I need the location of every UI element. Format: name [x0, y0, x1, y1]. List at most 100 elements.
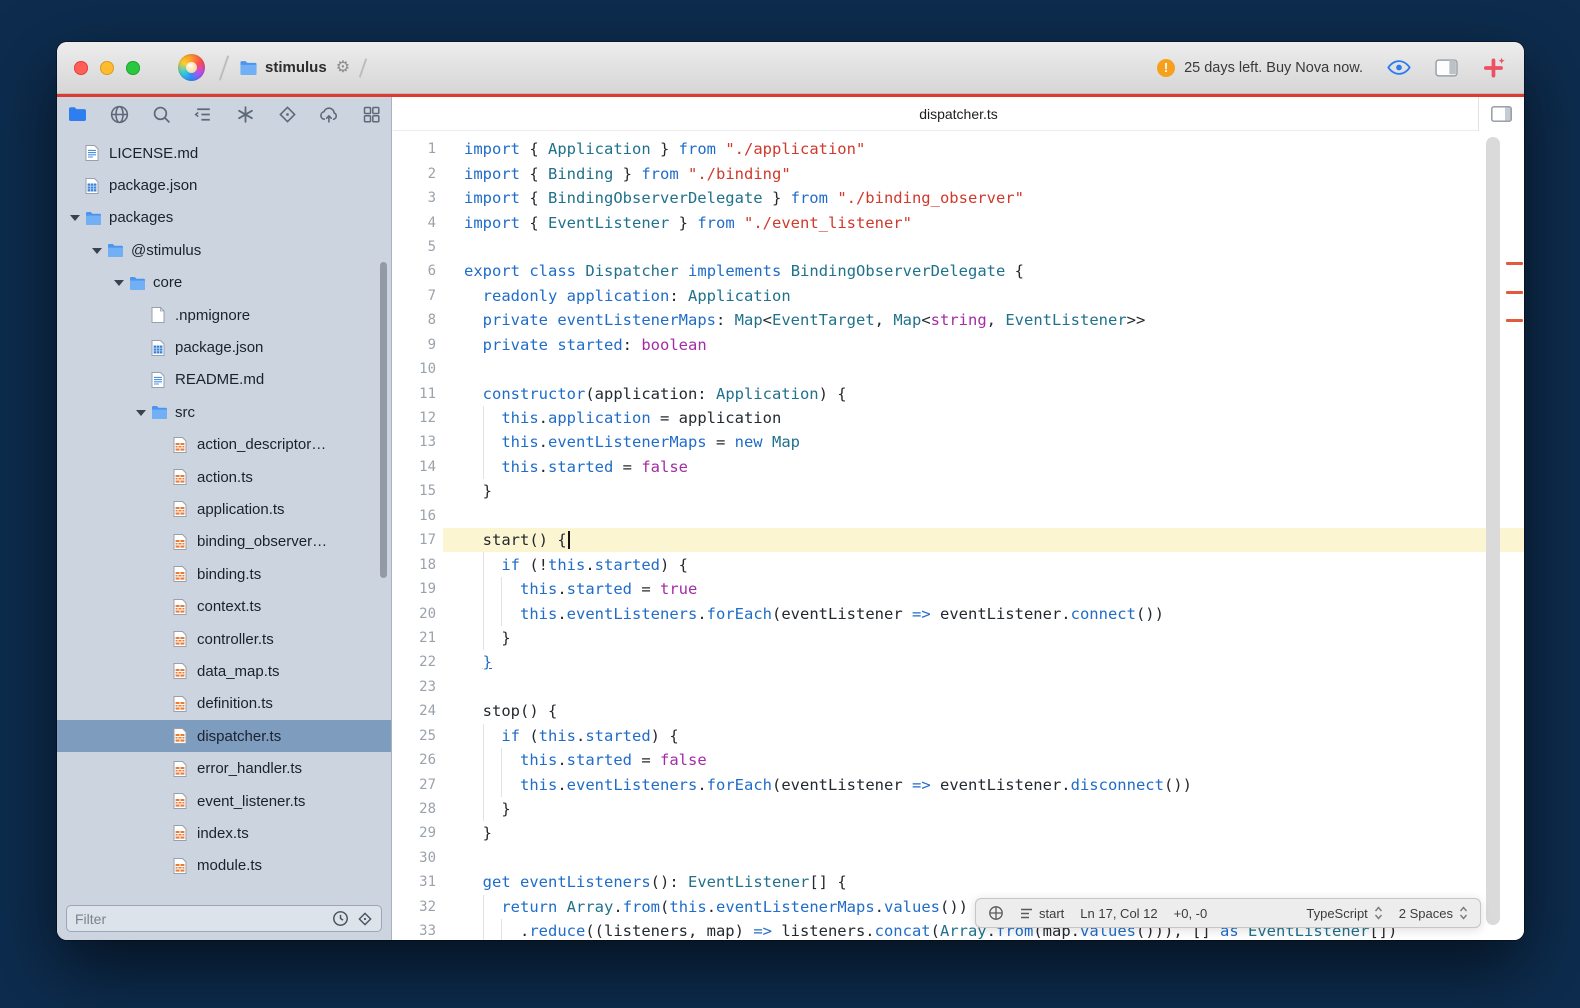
- line-number[interactable]: 3: [393, 190, 443, 206]
- code-line-16[interactable]: 16: [393, 504, 1524, 528]
- line-number[interactable]: 24: [393, 703, 443, 719]
- code-line-5[interactable]: 5: [393, 235, 1524, 259]
- tree-item-license-md[interactable]: LICENSE.md: [57, 137, 391, 169]
- tree-item-core[interactable]: core: [57, 267, 391, 299]
- tree-item-event-listener-ts[interactable]: event_listener.ts: [57, 785, 391, 817]
- tree-item-binding-observer[interactable]: binding_observer…: [57, 526, 391, 558]
- line-number[interactable]: 14: [393, 459, 443, 475]
- code-line-22[interactable]: 22 }: [393, 650, 1524, 674]
- recent-clock-icon[interactable]: [332, 910, 349, 927]
- editor-scrollbar[interactable]: [1486, 137, 1500, 925]
- breadcrumb[interactable]: stimulus ⚙: [239, 59, 350, 76]
- code-line-20[interactable]: 20 this.eventListeners.forEach(eventList…: [393, 601, 1524, 625]
- tree-item-dispatcher-ts[interactable]: dispatcher.ts: [57, 720, 391, 752]
- cursor-position[interactable]: Ln 17, Col 12: [1080, 906, 1157, 921]
- code-line-9[interactable]: 9 private started: boolean: [393, 333, 1524, 357]
- code-line-4[interactable]: 4import { EventListener } from "./event_…: [393, 210, 1524, 234]
- files-folder-icon[interactable]: [66, 103, 88, 125]
- tree-item-error-handler-ts[interactable]: error_handler.ts: [57, 752, 391, 784]
- tree-item-controller-ts[interactable]: controller.ts: [57, 623, 391, 655]
- line-number[interactable]: 9: [393, 337, 443, 353]
- zoom-window-button[interactable]: [126, 61, 140, 75]
- line-number[interactable]: 13: [393, 434, 443, 450]
- line-number[interactable]: 29: [393, 825, 443, 841]
- preview-button[interactable]: [1387, 59, 1411, 76]
- code-line-24[interactable]: 24 stop() {: [393, 699, 1524, 723]
- tree-item-readme-md[interactable]: README.md: [57, 364, 391, 396]
- tree-item-index-ts[interactable]: index.ts: [57, 817, 391, 849]
- tree-item-package-json[interactable]: package.json: [57, 331, 391, 363]
- symbol-path[interactable]: start: [1020, 906, 1064, 921]
- minimize-window-button[interactable]: [100, 61, 114, 75]
- publish-cloud-icon[interactable]: [318, 103, 340, 125]
- code-line-3[interactable]: 3import { BindingObserverDelegate } from…: [393, 186, 1524, 210]
- tags-diamond-icon[interactable]: [276, 103, 298, 125]
- code-line-23[interactable]: 23: [393, 675, 1524, 699]
- line-number[interactable]: 27: [393, 777, 443, 793]
- line-number[interactable]: 23: [393, 679, 443, 695]
- line-number[interactable]: 19: [393, 581, 443, 597]
- tree-item-action-descriptor[interactable]: action_descriptor…: [57, 429, 391, 461]
- tree-item-src[interactable]: src: [57, 396, 391, 428]
- close-window-button[interactable]: [74, 61, 88, 75]
- chevron-down-icon[interactable]: [87, 242, 107, 259]
- code-line-2[interactable]: 2import { Binding } from "./binding": [393, 161, 1524, 185]
- line-number[interactable]: 4: [393, 215, 443, 231]
- line-number[interactable]: 5: [393, 239, 443, 255]
- code-line-26[interactable]: 26 this.started = false: [393, 748, 1524, 772]
- chevron-down-icon[interactable]: [131, 404, 151, 421]
- code-line-29[interactable]: 29 }: [393, 821, 1524, 845]
- remote-status[interactable]: [988, 905, 1004, 921]
- tree-item-application-ts[interactable]: application.ts: [57, 493, 391, 525]
- line-number[interactable]: 6: [393, 263, 443, 279]
- line-number[interactable]: 25: [393, 728, 443, 744]
- code-line-6[interactable]: 6export class Dispatcher implements Bind…: [393, 259, 1524, 283]
- line-number[interactable]: 10: [393, 361, 443, 377]
- search-icon[interactable]: [150, 103, 172, 125]
- line-number[interactable]: 26: [393, 752, 443, 768]
- tree-item-definition-ts[interactable]: definition.ts: [57, 688, 391, 720]
- code-line-25[interactable]: 25 if (this.started) {: [393, 724, 1524, 748]
- line-number[interactable]: 31: [393, 874, 443, 890]
- line-number[interactable]: 15: [393, 483, 443, 499]
- trial-notice[interactable]: ! 25 days left. Buy Nova now.: [1157, 59, 1363, 77]
- extensions-grid-icon[interactable]: [360, 103, 382, 125]
- code-line-10[interactable]: 10: [393, 357, 1524, 381]
- line-number[interactable]: 30: [393, 850, 443, 866]
- toggle-panel-button[interactable]: [1435, 59, 1458, 77]
- code-line-1[interactable]: 1import { Application } from "./applicat…: [393, 137, 1524, 161]
- filter-input[interactable]: [75, 911, 324, 927]
- line-number[interactable]: 22: [393, 654, 443, 670]
- code-line-21[interactable]: 21 }: [393, 626, 1524, 650]
- code-line-8[interactable]: 8 private eventListenerMaps: Map<EventTa…: [393, 308, 1524, 332]
- code-line-14[interactable]: 14 this.started = false: [393, 455, 1524, 479]
- tree-item-binding-ts[interactable]: binding.ts: [57, 558, 391, 590]
- line-number[interactable]: 28: [393, 801, 443, 817]
- line-number[interactable]: 16: [393, 508, 443, 524]
- code-line-30[interactable]: 30: [393, 846, 1524, 870]
- sidebar-scrollbar[interactable]: [380, 262, 387, 578]
- code-line-19[interactable]: 19 this.started = true: [393, 577, 1524, 601]
- code-line-27[interactable]: 27 this.eventListeners.forEach(eventList…: [393, 772, 1524, 796]
- code-line-28[interactable]: 28 }: [393, 797, 1524, 821]
- tree-item-stimulus[interactable]: @stimulus: [57, 234, 391, 266]
- code-line-12[interactable]: 12 this.application = application: [393, 406, 1524, 430]
- line-number[interactable]: 17: [393, 532, 443, 548]
- code-editor[interactable]: 1import { Application } from "./applicat…: [393, 131, 1524, 940]
- line-number[interactable]: 2: [393, 166, 443, 182]
- line-number[interactable]: 8: [393, 312, 443, 328]
- code-line-17[interactable]: 17 start() {: [393, 528, 1524, 552]
- line-number[interactable]: 21: [393, 630, 443, 646]
- tree-item-npmignore[interactable]: .npmignore: [57, 299, 391, 331]
- scope-diamond-icon[interactable]: [357, 911, 373, 927]
- symbols-icon[interactable]: [192, 103, 214, 125]
- code-line-18[interactable]: 18 if (!this.started) {: [393, 552, 1524, 576]
- tree-item-action-ts[interactable]: action.ts: [57, 461, 391, 493]
- line-number[interactable]: 32: [393, 899, 443, 915]
- tree-item-packages[interactable]: packages: [57, 202, 391, 234]
- chevron-down-icon[interactable]: [65, 209, 85, 226]
- line-number[interactable]: 20: [393, 606, 443, 622]
- language-selector[interactable]: TypeScript: [1306, 906, 1382, 921]
- line-number[interactable]: 11: [393, 386, 443, 402]
- line-number[interactable]: 18: [393, 557, 443, 573]
